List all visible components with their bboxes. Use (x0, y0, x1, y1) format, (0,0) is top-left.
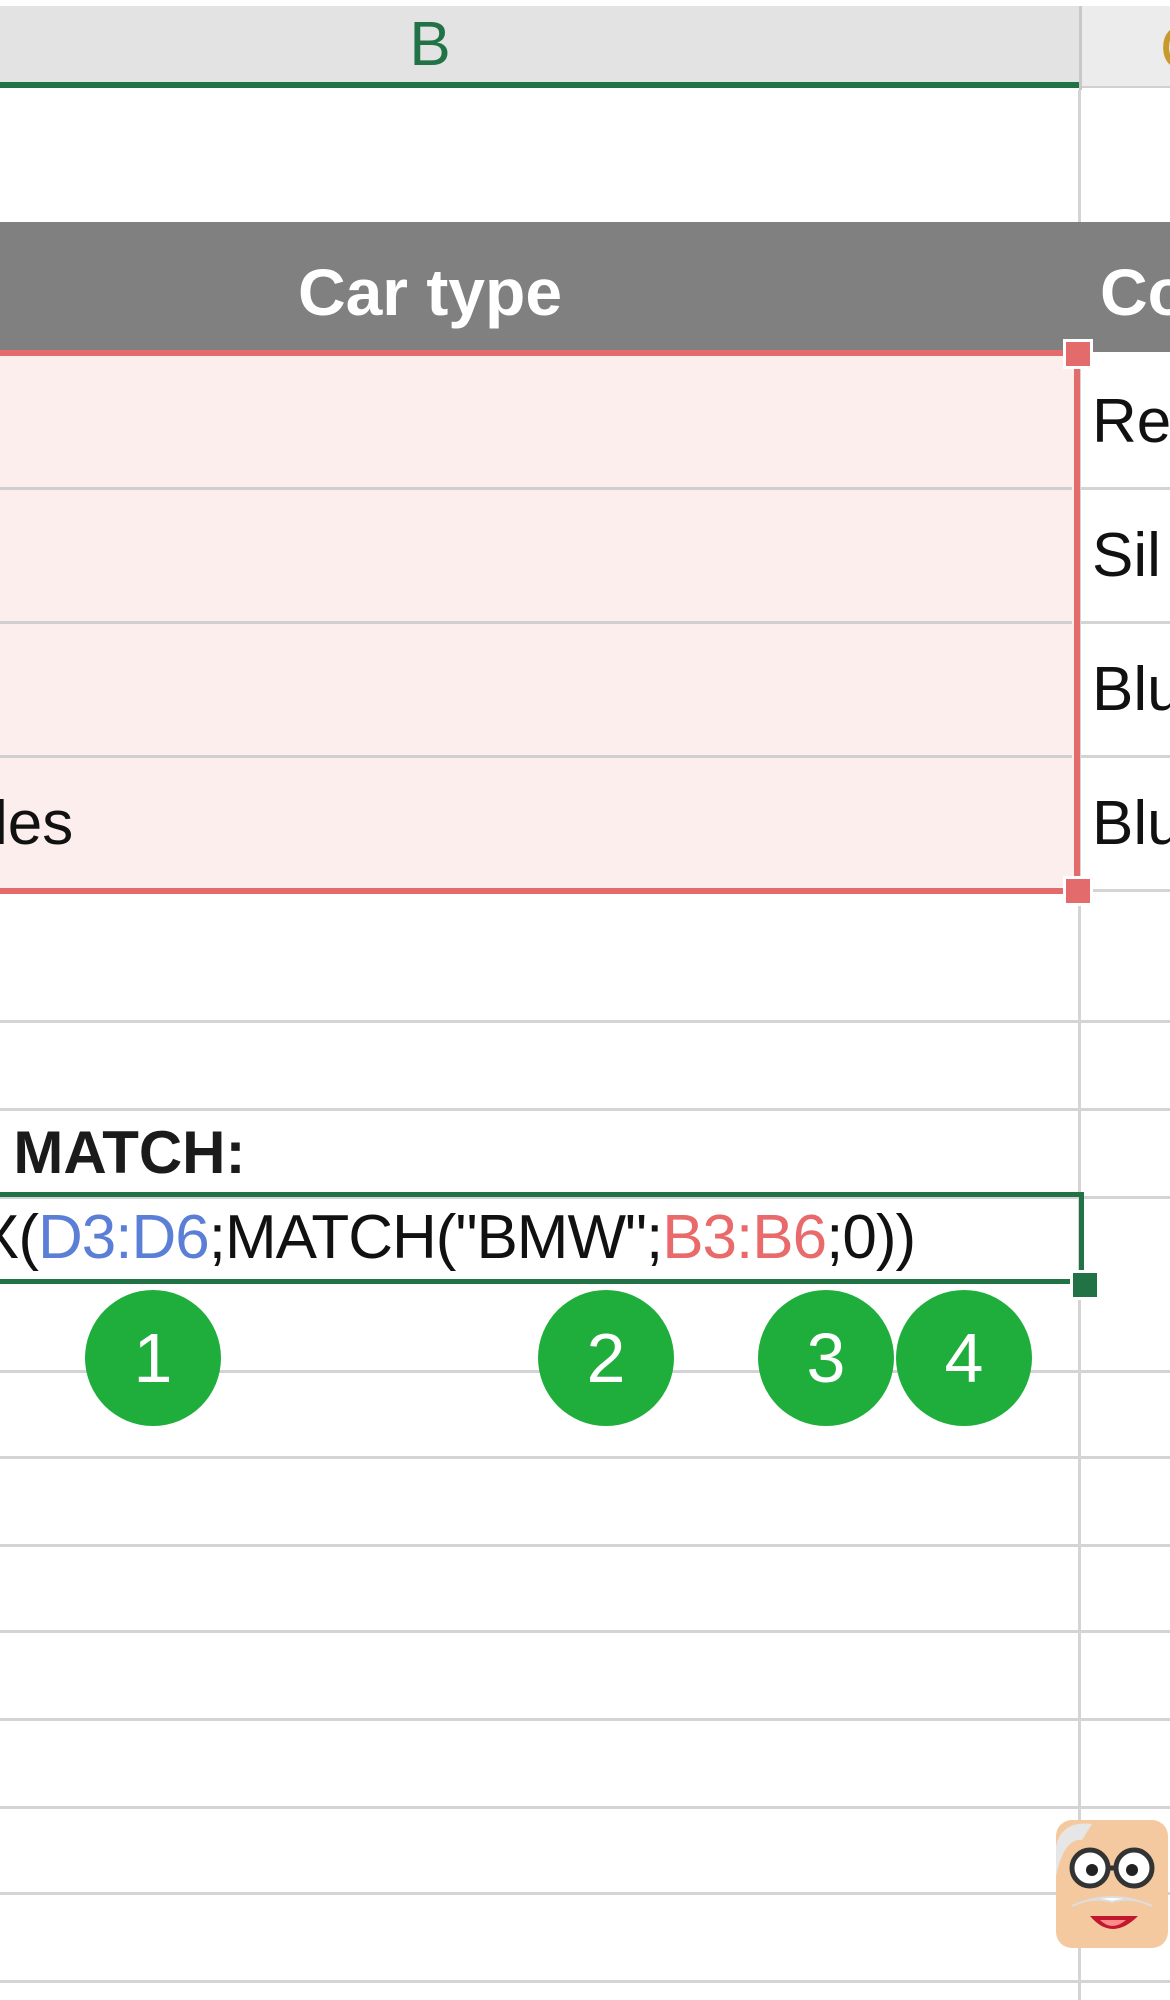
grid-line (0, 1892, 1170, 1895)
range-border-top (0, 350, 1080, 356)
row-divider (0, 621, 1072, 624)
formula-prefix: X( (0, 1203, 39, 1272)
column-header-b-label: B (409, 10, 451, 79)
section-label: / MATCH: (0, 1119, 246, 1186)
grid-line (0, 1980, 1170, 1983)
grid-line (1080, 889, 1170, 892)
grid-line (1080, 487, 1170, 490)
badge-1: 1 (85, 1290, 221, 1426)
table-cell-c5[interactable]: Blu (1092, 654, 1170, 725)
range-resize-handle-top[interactable] (1063, 339, 1093, 369)
row-divider (0, 487, 1072, 490)
badge-4: 4 (896, 1290, 1032, 1426)
table-cell-c3[interactable]: Re (1092, 386, 1170, 457)
column-header-c[interactable] (1082, 6, 1170, 88)
professor-avatar-icon (1052, 1816, 1170, 1950)
row-divider (0, 755, 1072, 758)
formula-ref-d3-d6: D3:D6 (38, 1203, 210, 1272)
fill-handle[interactable] (1070, 1270, 1100, 1300)
badge-2: 2 (538, 1290, 674, 1426)
table-cell-b6[interactable]: les (0, 788, 73, 859)
grid-line (1080, 755, 1170, 758)
formula-cell[interactable]: X(D3:D6;MATCH("BMW";B3:B6;0)) (0, 1202, 916, 1273)
column-header-c-label: C (1160, 10, 1170, 88)
formula-match: ;MATCH("BMW"; (208, 1203, 663, 1272)
range-border-bottom (0, 888, 1080, 894)
range-resize-handle-bottom[interactable] (1063, 876, 1093, 906)
formula-ref-b3-b6: B3:B6 (662, 1203, 827, 1272)
table-cell-c6[interactable]: Blu (1092, 788, 1170, 859)
grid-line (0, 1718, 1170, 1721)
grid-line (0, 1456, 1170, 1459)
range-border-right (1074, 352, 1080, 894)
grid-line (0, 1544, 1170, 1547)
table-header-color[interactable]: Co (1100, 222, 1170, 362)
formula-suffix: ;0)) (826, 1203, 916, 1272)
grid-line (0, 1630, 1170, 1633)
badge-3: 3 (758, 1290, 894, 1426)
grid-line (0, 1020, 1170, 1023)
table-cell-c4[interactable]: Sil (1092, 520, 1161, 591)
table-header-car-type[interactable]: Car type (0, 222, 860, 362)
grid-line (1080, 621, 1170, 624)
grid-line (0, 1108, 1170, 1111)
grid-line (0, 1806, 1170, 1809)
